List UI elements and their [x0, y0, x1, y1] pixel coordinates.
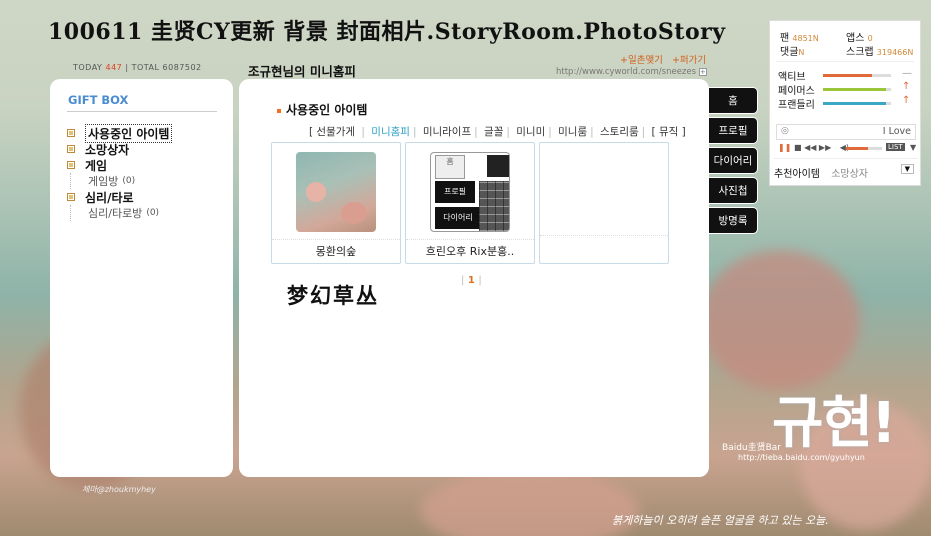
player-controls: ❚❚ ■ ◀◀ ▶▶ ◀) — [778, 143, 849, 152]
handwritten-text: 梦幻草丛 — [287, 283, 379, 308]
prev-icon[interactable]: ◀◀ — [804, 143, 816, 152]
banner-title: 100611 圭贤CY更新 背景 封面相片.StoryRoom.PhotoSto… — [48, 19, 726, 45]
category-music[interactable]: [ 뮤직 ] — [652, 126, 686, 138]
tree-item-wish[interactable]: 소망상자 — [67, 141, 227, 157]
visit-counter: TODAY 447 | TOTAL 6087502 — [73, 63, 202, 72]
signature-sub: Baidu圭贤Bar — [722, 443, 781, 453]
tab-guestbook[interactable]: 방명록 — [709, 207, 758, 234]
comment-count[interactable]: 댓글N — [780, 43, 804, 58]
item-thumbnail[interactable] — [296, 152, 376, 232]
tab-wishbox[interactable]: 소망상자 — [831, 169, 868, 180]
url-plus-icon[interactable]: + — [698, 67, 707, 76]
stat-friendly-label: 프랜들리 — [778, 100, 815, 111]
folder-icon — [67, 129, 75, 137]
folder-icon — [67, 145, 75, 153]
tab-diary[interactable]: 다이어리 — [709, 147, 758, 174]
stat-famous-indicator: ↑ — [902, 81, 911, 92]
signature-logo: 규현! — [772, 391, 897, 456]
recommend-row: 추천아이템 소망상자 ▼ — [774, 164, 918, 180]
url-text[interactable]: http://www.cyworld.com/sneezes — [556, 67, 696, 77]
tree-subitem-tarotroom[interactable]: 심리/타로방 (0) — [70, 205, 227, 221]
dropdown-icon[interactable]: ▼ — [910, 143, 916, 152]
category-miniroom[interactable]: 미니룸 — [558, 126, 587, 138]
watermark: 체마@zhoukmyhey — [82, 485, 156, 494]
recommend-dropdown[interactable]: ▼ — [900, 164, 914, 174]
ilchon-link[interactable]: +일촌맺기 — [620, 55, 663, 66]
category-minihompy[interactable]: 미니홈피 — [371, 126, 410, 138]
scrap-count[interactable]: 스크랩 319466N — [846, 43, 913, 58]
main-panel: 사용중인 아이템 [ 선물가게 | 미니홈피 | 미니라이프 | 글꼴 | 미니미 | … — [239, 79, 709, 477]
item-card[interactable]: 홈 프로필 다이어리 흐린오후 Rix분홍.. — [405, 142, 535, 264]
tree-item-used[interactable]: 사용중인 아이템 — [67, 123, 227, 143]
item-card[interactable]: 몽환의숲 — [271, 142, 401, 264]
volume-slider[interactable] — [846, 147, 882, 150]
scrap-link[interactable]: +퍼가기 — [672, 55, 706, 66]
apps-count[interactable]: 앱스 0 — [846, 29, 873, 44]
page-1[interactable]: 1 — [468, 275, 475, 286]
section-title: 사용중인 아이템 — [277, 101, 367, 118]
giftbox-tree: 사용중인 아이템 소망상자 게임 게임방 (0) 심리/타로 심리/타로방 (0) — [67, 123, 227, 221]
stat-famous-label: 페이머스 — [778, 86, 815, 97]
tab-home[interactable]: 홈 — [709, 87, 758, 114]
stat-active-indicator: — — [902, 68, 912, 79]
tree-item-tarot[interactable]: 심리/타로 — [67, 189, 227, 205]
music-player-title: ◎ I Love — [776, 124, 916, 140]
song-title: I Love — [882, 126, 911, 137]
category-gift-shop[interactable]: [ 선물가게 — [309, 126, 355, 138]
playlist-button[interactable]: LIST — [886, 143, 905, 151]
category-storyroom[interactable]: 스토리룸 — [600, 126, 639, 138]
item-name: 몽환의숲 — [272, 239, 400, 259]
stat-friendly-bar — [823, 102, 891, 105]
stat-active-label: 액티브 — [778, 72, 806, 83]
stat-friendly-indicator: ↑ — [902, 95, 911, 106]
tree-subitem-gameroom[interactable]: 게임방 (0) — [70, 173, 227, 189]
folder-icon — [67, 193, 75, 201]
item-card-empty — [539, 142, 669, 264]
item-thumbnail[interactable]: 홈 프로필 다이어리 — [430, 152, 510, 232]
left-panel: GIFT BOX 사용중인 아이템 소망상자 게임 게임방 (0) 심리/타로 심… — [50, 79, 233, 477]
stop-icon[interactable]: ■ — [794, 143, 802, 152]
stat-active-bar — [823, 74, 891, 77]
fan-count[interactable]: 팬 4851N — [780, 29, 819, 44]
top-links: +일촌맺기 +퍼가기 — [614, 52, 706, 66]
divider — [67, 111, 217, 112]
item-name — [540, 235, 668, 239]
homepage-url: http://www.cyworld.com/sneezes + — [556, 67, 707, 77]
tree-item-game[interactable]: 게임 — [67, 157, 227, 173]
next-icon[interactable]: ▶▶ — [819, 143, 831, 152]
bottom-caption: 붉게하늘이 오히려 슬픈 얼굴을 하고 있는 오늘. — [612, 514, 829, 527]
homepage-title: 조규현님의 미니홈피 — [248, 64, 356, 79]
folder-icon — [67, 161, 75, 169]
profile-sidebar: 팬 4851N 앱스 0 댓글N 스크랩 319466N 액티브 — 페이머스 … — [769, 20, 921, 186]
category-nav: [ 선물가게 | 미니홈피 | 미니라이프 | 글꼴 | 미니미 | 미니룸 | 스토리룸… — [309, 126, 686, 138]
tab-photo[interactable]: 사진첩 — [709, 177, 758, 204]
bg-flower — [420, 470, 640, 536]
item-name: 흐린오후 Rix분홍.. — [406, 239, 534, 259]
bg-flower — [700, 250, 860, 390]
pause-icon[interactable]: ❚❚ — [778, 143, 791, 152]
stat-famous-bar — [823, 88, 891, 91]
giftbox-title: GIFT BOX — [68, 93, 129, 107]
category-minilife[interactable]: 미니라이프 — [423, 126, 471, 138]
tab-profile[interactable]: 프로필 — [709, 117, 758, 144]
pagination: | 1 | — [461, 275, 482, 286]
category-minimi[interactable]: 미니미 — [516, 126, 545, 138]
signature-url: http://tieba.baidu.com/gyuhyun — [738, 453, 865, 462]
tab-recommend-items[interactable]: 추천아이템 — [774, 169, 820, 180]
music-icon: ◎ — [781, 126, 789, 136]
category-font[interactable]: 글꼴 — [484, 126, 503, 138]
